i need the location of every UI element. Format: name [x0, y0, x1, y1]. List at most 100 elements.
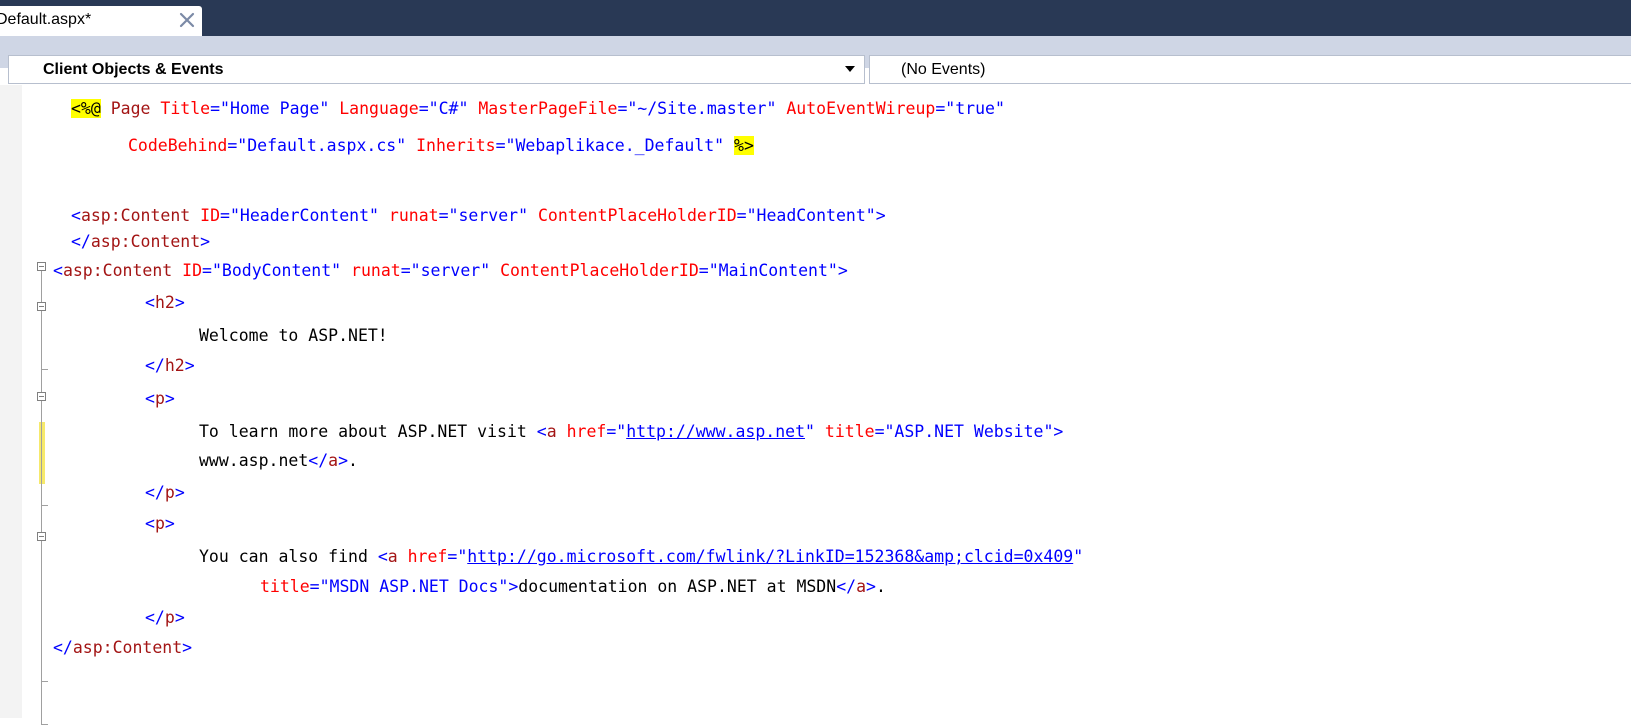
- code-line-13: </p>: [145, 478, 185, 508]
- code-token: =: [210, 99, 221, 118]
- code-token: asp:Content: [80, 206, 191, 225]
- code-token: .: [875, 577, 886, 596]
- code-line-15: You can also find <a href="http://go.mic…: [199, 542, 1083, 572]
- code-token: "Webaplikace._Default": [505, 136, 725, 155]
- code-token: p: [154, 514, 165, 533]
- code-token: You can also find: [199, 547, 378, 566]
- code-token: <: [145, 514, 155, 533]
- code-token: >: [174, 608, 185, 627]
- code-token: =: [495, 136, 506, 155]
- code-line-9: </h2>: [145, 351, 195, 381]
- code-token: =: [698, 261, 709, 280]
- code-token: ": [805, 422, 815, 441]
- code-line-18: </asp:Content>: [53, 633, 192, 663]
- events-label: (No Events): [901, 61, 986, 78]
- code-token: href: [566, 422, 607, 441]
- code-token: >: [174, 483, 185, 502]
- code-line-7: <h2>: [145, 288, 185, 318]
- client-objects-label: Client Objects & Events: [43, 61, 224, 78]
- code-token: >: [164, 514, 175, 533]
- code-token: </: [145, 356, 165, 375]
- tab-default-aspx[interactable]: Default.aspx*: [0, 6, 202, 36]
- code-token: asp:Content: [90, 232, 201, 251]
- code-token: CodeBehind: [128, 136, 228, 155]
- code-token: "Home Page": [220, 99, 330, 118]
- code-token: "MainContent": [708, 261, 838, 280]
- code-token: >: [164, 389, 175, 408]
- code-token: ": [1073, 547, 1084, 566]
- code-token: documentation on ASP.NET at MSDN: [518, 577, 837, 596]
- code-token: h2: [154, 293, 175, 312]
- code-token: ": [616, 422, 627, 441]
- indicator-margin[interactable]: [0, 85, 22, 718]
- code-token: Language: [339, 99, 419, 118]
- code-token: "HeadContent": [746, 206, 876, 225]
- collapse-h2-icon[interactable]: [37, 302, 46, 311]
- outline-end-p2: [41, 681, 48, 682]
- code-token: =: [617, 99, 628, 118]
- code-token: =: [220, 206, 230, 225]
- code-token: Welcome to ASP.NET!: [199, 326, 388, 345]
- chevron-down-icon[interactable]: [845, 66, 855, 72]
- collapse-body-content-icon[interactable]: [37, 262, 46, 271]
- events-dropdown[interactable]: (No Events): [869, 55, 1631, 84]
- code-token[interactable]: http://go.microsoft.com/fwlink/?LinkID=1…: [467, 547, 1073, 566]
- tab-label: Default.aspx*: [0, 11, 92, 28]
- outline-guide-h2: [41, 311, 42, 369]
- code-token: "Default.aspx.cs": [237, 136, 407, 155]
- code-token: >: [184, 356, 195, 375]
- code-token: Title: [160, 99, 211, 118]
- code-token: a: [856, 577, 866, 596]
- code-token: =: [447, 547, 458, 566]
- code-token: =: [874, 422, 885, 441]
- code-token: <: [377, 547, 388, 566]
- code-token: <%@: [71, 99, 101, 118]
- code-token: p: [164, 483, 175, 502]
- code-line-6: <asp:Content ID="BodyContent" runat="ser…: [53, 256, 848, 286]
- code-token: "MSDN ASP.NET Docs": [319, 577, 509, 596]
- code-token: h2: [164, 356, 185, 375]
- outline-guide-p2: [41, 541, 42, 681]
- code-token: p: [164, 608, 175, 627]
- collapse-p2-icon[interactable]: [37, 532, 46, 541]
- code-token: =: [418, 99, 429, 118]
- code-line-12: www.asp.net</a>.: [199, 446, 358, 476]
- code-token: title: [260, 577, 310, 596]
- close-icon[interactable]: [178, 11, 196, 29]
- code-token: ID: [200, 206, 221, 225]
- code-editor[interactable]: <%@ Page Title="Home Page" Language="C#"…: [0, 85, 1631, 725]
- code-line-17: </p>: [145, 603, 185, 633]
- code-token: asp:Content: [62, 261, 173, 280]
- code-token: =: [736, 206, 747, 225]
- code-token: title: [824, 422, 875, 441]
- code-token: =: [438, 206, 449, 225]
- code-line-16: title="MSDN ASP.NET Docs">documentation …: [260, 572, 886, 602]
- code-token: "C#": [428, 99, 469, 118]
- client-objects-dropdown[interactable]: Client Objects & Events: [8, 55, 865, 84]
- code-token: www.asp.net: [199, 451, 309, 470]
- code-token: "HeaderContent": [229, 206, 379, 225]
- code-token: "~/Site.master": [627, 99, 777, 118]
- outline-end-p1: [41, 505, 48, 506]
- code-token: %>: [734, 136, 754, 155]
- code-token: <: [145, 389, 155, 408]
- collapse-p1-icon[interactable]: [37, 392, 46, 401]
- code-token: =: [202, 261, 212, 280]
- code-token: >: [837, 261, 848, 280]
- code-token: >: [508, 577, 519, 596]
- code-line-10: <p>: [145, 384, 175, 414]
- code-token: asp:Content: [72, 638, 183, 657]
- code-token: =: [227, 136, 238, 155]
- code-token[interactable]: http://www.asp.net: [626, 422, 805, 441]
